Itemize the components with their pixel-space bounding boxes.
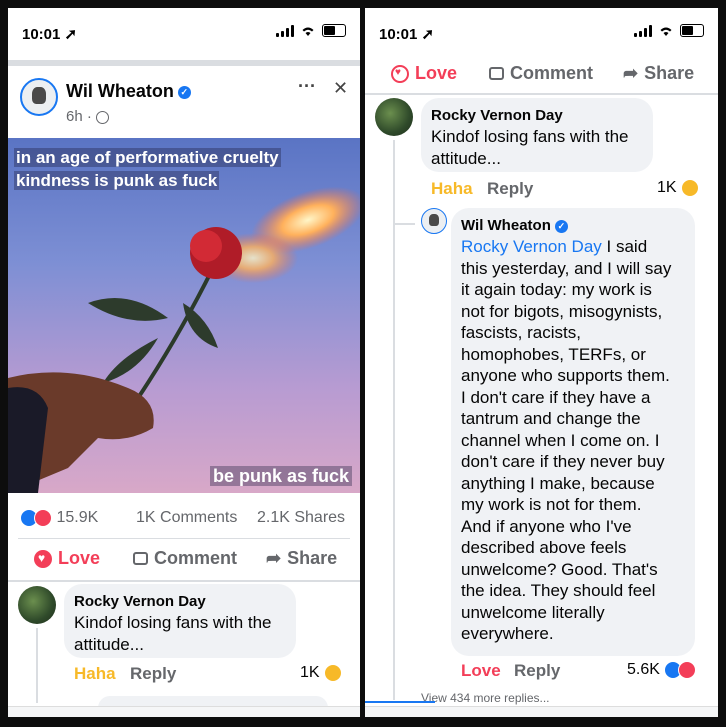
heart-icon: [34, 549, 52, 568]
signal-icon: [276, 24, 294, 37]
post-image[interactable]: in an age of performative cruelty kindne…: [8, 138, 360, 493]
reply-button[interactable]: Reply: [514, 661, 560, 681]
comment-author[interactable]: Rocky Vernon Day: [431, 107, 563, 124]
reply-connector: [395, 223, 415, 225]
verified-icon: ✓: [177, 85, 191, 99]
image-caption-top: in an age of performative cruelty kindne…: [14, 148, 281, 190]
haha-reaction-label[interactable]: Haha: [74, 664, 116, 684]
avatar[interactable]: [375, 98, 413, 136]
status-icons: [634, 24, 704, 37]
share-icon: ➦: [623, 63, 639, 83]
love-button[interactable]: Love: [34, 548, 100, 569]
comment-bubble[interactable]: Rocky Vernon Day Kindof losing fans with…: [421, 98, 653, 172]
status-time: 10:01 ➚: [379, 26, 435, 43]
reply-button[interactable]: Reply: [487, 179, 533, 199]
more-options-icon[interactable]: ···: [298, 76, 316, 97]
avatar[interactable]: [18, 586, 56, 624]
wifi-icon: [660, 27, 672, 36]
love-reaction-label[interactable]: Love: [461, 661, 501, 681]
reaction-summary[interactable]: 15.9K: [20, 509, 98, 527]
status-bar: 10:01 ➚: [365, 8, 718, 60]
reply-author[interactable]: Wil Wheaton ✓: [461, 217, 568, 234]
comment-icon: [133, 552, 148, 565]
battery-icon: [680, 24, 704, 37]
share-count[interactable]: 2.1K Shares: [257, 509, 345, 527]
comment-button[interactable]: Comment: [133, 548, 237, 569]
avatar[interactable]: [20, 78, 58, 116]
reaction-icons: [20, 509, 52, 527]
divider: [8, 580, 360, 582]
haha-icon: [324, 664, 343, 682]
love-button[interactable]: Love: [391, 63, 457, 84]
comment-count[interactable]: 1K Comments: [136, 509, 237, 527]
reaction-icons: [664, 661, 697, 679]
wifi-icon: [302, 27, 314, 36]
thread-line: [36, 628, 38, 703]
close-icon[interactable]: ✕: [333, 78, 348, 99]
left-screenshot: 10:01 ➚ Wil Wheaton ✓ 6h · ··· ✕ in an a…: [8, 8, 360, 717]
bottom-nav-bar[interactable]: [365, 706, 718, 717]
comment-text: Kindof losing fans with the attitude...: [74, 613, 272, 654]
signal-icon: [634, 24, 652, 37]
comment-author[interactable]: Rocky Vernon Day: [74, 593, 206, 610]
view-more-replies-link[interactable]: View 434 more replies...: [421, 691, 550, 705]
post-author[interactable]: Wil Wheaton ✓: [66, 81, 191, 102]
divider: [365, 93, 718, 95]
reply-reaction-count[interactable]: 5.6K: [627, 661, 697, 679]
status-bar: 10:01 ➚: [8, 8, 360, 60]
divider: [18, 538, 350, 539]
share-button[interactable]: ➦ Share: [266, 548, 337, 569]
status-icons: [276, 24, 346, 37]
reply-button[interactable]: Reply: [130, 664, 176, 684]
right-screenshot: 10:01 ➚ Love Comment ➦Share Rocky Vernon…: [365, 8, 718, 717]
comment-reaction-count[interactable]: 1K: [300, 664, 343, 682]
divider: [8, 60, 360, 66]
battery-icon: [322, 24, 346, 37]
status-time: 10:01 ➚: [22, 26, 78, 43]
comment-bubble[interactable]: Rocky Vernon Day Kindof losing fans with…: [64, 584, 296, 658]
avatar[interactable]: [421, 208, 447, 234]
reply-bubble[interactable]: Wil Wheaton ✓ Rocky Vernon Day I said thi…: [451, 208, 695, 656]
share-icon: ➦: [266, 548, 282, 568]
bottom-nav-bar[interactable]: [8, 706, 360, 717]
post-time: 6h ·: [66, 108, 110, 125]
mention-link[interactable]: Rocky Vernon Day: [461, 237, 602, 256]
heart-icon: [391, 64, 409, 83]
haha-reaction-label[interactable]: Haha: [431, 179, 473, 199]
share-button[interactable]: ➦ Share: [623, 63, 694, 84]
comment-icon: [489, 67, 504, 80]
image-caption-bottom: be punk as fuck: [209, 466, 352, 487]
globe-icon: [96, 110, 110, 124]
active-tab-indicator: [365, 701, 435, 703]
haha-icon: [681, 179, 700, 197]
comment-reaction-count[interactable]: 1K: [657, 179, 700, 197]
comment-text: Kindof losing fans with the attitude...: [431, 127, 629, 168]
reply-text: Rocky Vernon Day I said this yesterday, …: [461, 237, 672, 643]
comment-button[interactable]: Comment: [489, 63, 593, 84]
verified-icon: ✓: [554, 219, 568, 233]
